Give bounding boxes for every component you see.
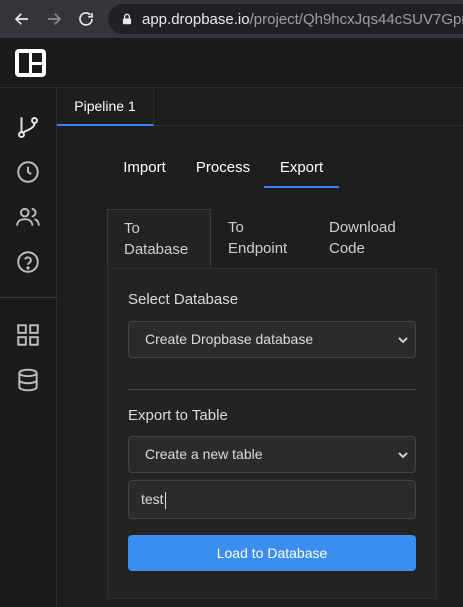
table-select[interactable]: Create a new table (128, 436, 416, 473)
sidebar-divider (0, 297, 57, 298)
tab-download-code-line1: Download (329, 219, 396, 236)
load-to-database-button[interactable]: Load to Database (128, 535, 416, 571)
dropbase-logo[interactable] (15, 49, 46, 77)
app-header (0, 38, 463, 88)
reload-button[interactable] (71, 4, 101, 34)
tab-to-database[interactable]: To Database (107, 209, 211, 269)
select-database-label: Select Database (128, 291, 239, 308)
pipeline-tabbar: Pipeline 1 (57, 88, 463, 126)
sidebar-item-history[interactable] (14, 158, 42, 186)
table-name-value: test (141, 491, 164, 507)
tab-download-code-line2: Code (329, 240, 365, 257)
reload-icon (79, 12, 93, 26)
panel-divider (128, 389, 416, 390)
browser-toolbar: app.dropbase.io/project/Qh9hcxJqs44cSUV7… (0, 0, 463, 38)
arrow-left-icon (14, 13, 28, 25)
table-select-value: Create a new table (145, 446, 263, 462)
chevron-down-icon (398, 337, 408, 344)
main-content: Pipeline 1 Import Process Export To Data… (57, 88, 463, 607)
tab-to-endpoint-line2: Endpoint (228, 240, 288, 257)
tab-to-database-line2: Database (124, 241, 189, 258)
sidebar-item-help[interactable] (14, 248, 42, 276)
git-branch-icon (18, 117, 38, 139)
tab-pipeline-1[interactable]: Pipeline 1 (57, 88, 154, 126)
tab-export[interactable]: Export (264, 150, 339, 188)
back-button[interactable] (7, 4, 37, 34)
sidebar-item-databases[interactable] (14, 366, 42, 394)
users-icon (16, 207, 40, 226)
chevron-down-icon (398, 452, 408, 459)
sidebar-item-apps[interactable] (14, 321, 42, 349)
destination-tabs: To Database To Endpoint Download Code (107, 209, 437, 269)
tab-to-endpoint-line1: To (228, 219, 244, 236)
sidebar-item-pipelines[interactable] (14, 113, 42, 141)
tab-import[interactable]: Import (107, 150, 182, 188)
export-table-label: Export to Table (128, 407, 228, 424)
forward-button[interactable] (39, 4, 69, 34)
tab-process[interactable]: Process (182, 150, 264, 188)
sidebar-item-users[interactable] (14, 203, 42, 231)
grid-icon (17, 324, 39, 346)
tab-to-database-line1: To (124, 220, 140, 237)
database-select-value: Create Dropbase database (145, 331, 314, 347)
address-bar[interactable]: app.dropbase.io/project/Qh9hcxJqs44cSUV7… (108, 4, 463, 34)
tab-to-endpoint[interactable]: To Endpoint (212, 209, 312, 269)
lock-icon (122, 13, 132, 25)
sidebar (0, 88, 57, 607)
export-panel: Select Database Create Dropbase database… (107, 268, 437, 599)
text-caret (164, 491, 166, 509)
arrow-right-icon (48, 13, 62, 25)
url-host: app.dropbase.io (142, 10, 250, 28)
database-icon (18, 368, 38, 392)
table-name-input[interactable]: test (128, 480, 416, 519)
help-circle-icon (17, 251, 39, 273)
url-path: /project/Qh9hcxJqs44cSUV7Gpr2 (249, 10, 463, 28)
tab-download-code[interactable]: Download Code (313, 209, 437, 269)
clock-icon (17, 161, 39, 183)
database-select[interactable]: Create Dropbase database (128, 321, 416, 358)
